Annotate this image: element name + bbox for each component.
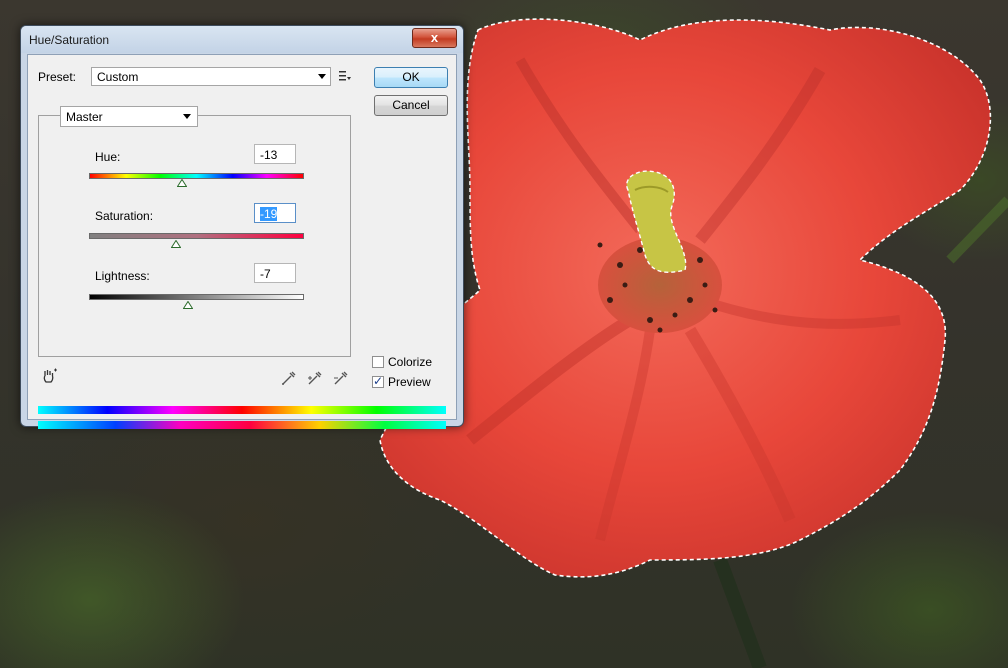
lightness-slider-track[interactable] (89, 294, 304, 300)
cancel-button[interactable]: Cancel (374, 95, 448, 116)
channel-dropdown[interactable]: Master (60, 106, 198, 127)
lightness-label: Lightness: (95, 269, 150, 283)
preset-value: Custom (97, 70, 139, 84)
title-bar[interactable]: Hue/Saturation x (21, 26, 463, 53)
hand-adjust-icon[interactable] (40, 368, 58, 386)
preview-label: Preview (388, 375, 431, 389)
chevron-down-icon (183, 114, 191, 119)
lightness-value: -7 (260, 267, 271, 281)
dialog-body: Preset: Custom OK Cancel Master Hue: -13… (27, 54, 457, 429)
lightness-slider-thumb[interactable] (183, 301, 193, 309)
channel-value: Master (66, 110, 103, 124)
saturation-slider-thumb[interactable] (171, 240, 181, 248)
saturation-slider-track[interactable] (89, 233, 304, 239)
hue-value-field[interactable]: -13 (254, 144, 296, 164)
hue-value: -13 (260, 148, 278, 162)
dialog-title: Hue/Saturation (29, 33, 110, 47)
colorize-checkbox[interactable] (372, 356, 384, 368)
close-icon: x (430, 30, 439, 45)
hue-slider-track[interactable] (89, 173, 304, 179)
saturation-label: Saturation: (95, 209, 154, 223)
saturation-value: -19 (260, 207, 278, 221)
input-color-bar (38, 406, 446, 414)
lightness-value-field[interactable]: -7 (254, 263, 296, 283)
eyedropper-minus-icon[interactable] (332, 369, 350, 387)
preset-options-icon[interactable] (338, 69, 352, 83)
hue-saturation-dialog: Hue/Saturation x Preset: Custom OK Cance… (20, 25, 464, 429)
close-button[interactable]: x (412, 28, 457, 48)
ok-button[interactable]: OK (374, 67, 448, 88)
chevron-down-icon (318, 74, 326, 79)
preset-dropdown[interactable]: Custom (91, 67, 331, 86)
saturation-value-field[interactable]: -19 (254, 203, 296, 223)
eyedropper-plus-icon[interactable] (306, 369, 324, 387)
preview-checkbox[interactable]: ✓ (372, 374, 384, 388)
preset-label: Preset: (38, 70, 77, 84)
colorize-label: Colorize (388, 355, 433, 369)
output-color-bar (38, 421, 446, 429)
eyedropper-icon[interactable] (280, 369, 298, 387)
hue-slider-thumb[interactable] (177, 179, 187, 187)
hue-label: Hue: (95, 150, 121, 164)
checkmark-icon: ✓ (373, 374, 384, 388)
